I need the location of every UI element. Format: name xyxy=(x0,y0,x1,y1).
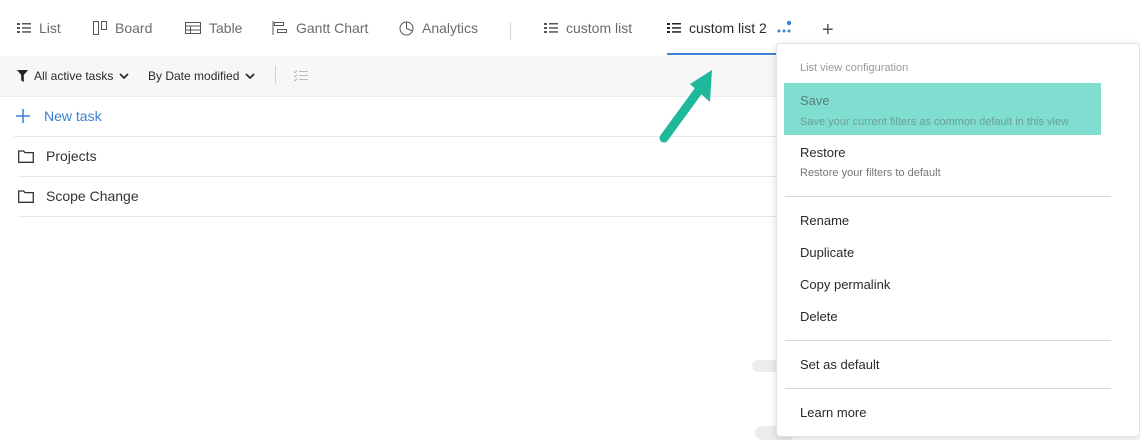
set-as-default-menu-item[interactable]: Set as default xyxy=(800,357,880,372)
list-icon xyxy=(17,23,31,33)
checklist-icon xyxy=(294,70,308,82)
board-icon xyxy=(93,21,107,35)
duplicate-menu-item[interactable]: Duplicate xyxy=(800,245,854,260)
tab-divider xyxy=(510,22,511,40)
save-label: Save xyxy=(800,93,830,108)
folder-name: Scope Change xyxy=(46,188,139,204)
list-icon xyxy=(667,23,681,33)
menu-divider xyxy=(785,388,1111,389)
gantt-icon xyxy=(272,21,287,35)
folder-icon xyxy=(18,149,34,163)
tab-table[interactable]: Table xyxy=(185,0,242,56)
sort-dropdown[interactable]: By Date modified xyxy=(148,56,255,96)
tab-custom-list-2[interactable]: custom list 2 xyxy=(667,0,777,56)
menu-divider xyxy=(785,340,1111,341)
tab-label: Board xyxy=(115,20,153,36)
checklist-toggle[interactable] xyxy=(294,56,308,96)
annotation-arrow-icon xyxy=(659,70,712,143)
plus-icon xyxy=(16,109,30,123)
tab-gantt-chart[interactable]: Gantt Chart xyxy=(272,0,368,56)
filter-dropdown[interactable]: All active tasks xyxy=(17,56,129,96)
toolbar-divider xyxy=(275,66,276,84)
list-view-config-menu: List view configuration Save Save your c… xyxy=(776,43,1140,437)
tab-list[interactable]: List xyxy=(17,0,61,56)
rename-menu-item[interactable]: Rename xyxy=(800,213,849,228)
tab-label: Table xyxy=(209,20,243,36)
save-menu-item[interactable]: Save Save your current filters as common… xyxy=(784,83,1101,135)
tab-label: Gantt Chart xyxy=(296,20,369,36)
tab-label: custom list xyxy=(566,20,633,36)
folder-icon xyxy=(18,189,34,203)
chevron-down-icon xyxy=(119,73,129,79)
tab-analytics[interactable]: Analytics xyxy=(399,0,478,56)
restore-menu-item[interactable]: Restore xyxy=(800,145,846,160)
new-task-label: New task xyxy=(44,108,102,124)
delete-menu-item[interactable]: Delete xyxy=(800,309,838,324)
menu-header: List view configuration xyxy=(800,62,909,74)
menu-divider xyxy=(785,196,1111,197)
tab-label: Analytics xyxy=(422,20,479,36)
tab-custom-list[interactable]: custom list xyxy=(544,0,632,56)
sort-label: By Date modified xyxy=(148,69,240,83)
save-description: Save your current filters as common defa… xyxy=(800,116,1070,128)
chevron-down-icon xyxy=(245,73,255,79)
folder-name: Projects xyxy=(46,148,97,164)
add-view-icon[interactable]: + xyxy=(822,20,834,40)
filter-icon xyxy=(17,70,28,82)
list-icon xyxy=(544,23,558,33)
tab-label: List xyxy=(39,20,61,36)
tab-board[interactable]: Board xyxy=(93,0,152,56)
tab-label: custom list 2 xyxy=(689,20,767,36)
filter-label: All active tasks xyxy=(34,69,114,83)
copy-permalink-menu-item[interactable]: Copy permalink xyxy=(800,277,890,292)
restore-description: Restore your filters to default xyxy=(800,167,941,179)
table-icon xyxy=(185,22,201,34)
learn-more-menu-item[interactable]: Learn more xyxy=(800,405,866,420)
more-options-icon[interactable] xyxy=(777,20,793,36)
analytics-icon xyxy=(399,21,414,35)
